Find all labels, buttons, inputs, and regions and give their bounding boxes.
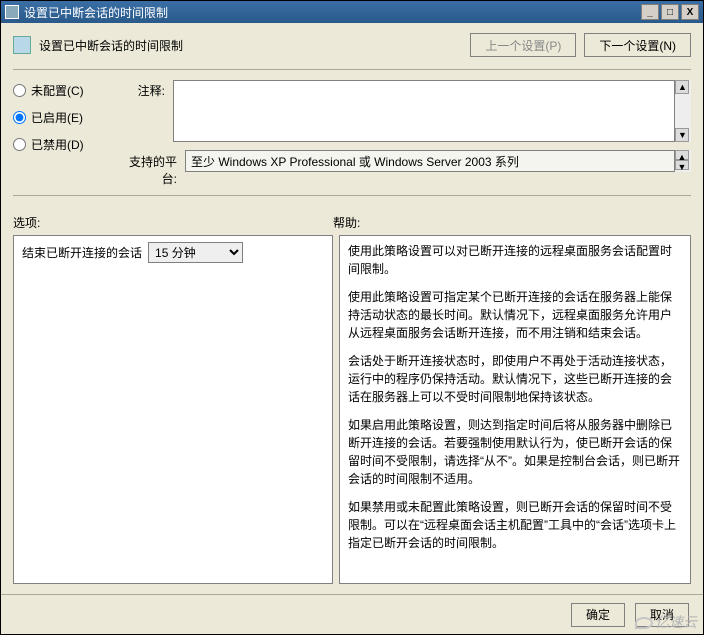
radio-enabled-label: 已启用(E) [31, 109, 83, 126]
radio-not-configured-input[interactable] [13, 84, 26, 97]
minimize-button[interactable]: _ [641, 4, 659, 20]
divider-2 [13, 195, 691, 196]
ok-button[interactable]: 确定 [571, 603, 625, 627]
option-label: 结束已断开连接的会话 [22, 242, 142, 262]
policy-title: 设置已中断会话的时间限制 [39, 37, 470, 54]
titlebar[interactable]: 设置已中断会话的时间限制 _ □ X [1, 1, 703, 23]
comment-textarea[interactable] [173, 80, 675, 142]
prev-setting-button[interactable]: 上一个设置(P) [470, 33, 576, 57]
help-paragraph: 使用此策略设置可以对已断开连接的远程桌面服务会话配置时间限制。 [348, 242, 682, 278]
options-heading: 选项: [13, 214, 333, 231]
platform-label: 支持的平台: [123, 150, 185, 187]
nav-buttons: 上一个设置(P) 下一个设置(N) [470, 33, 691, 57]
radio-not-configured[interactable]: 未配置(C) [13, 82, 123, 99]
panels: 结束已断开连接的会话 从不1 分钟5 分钟15 分钟30 分钟1 小时2 小时 … [13, 235, 691, 584]
divider [13, 69, 691, 70]
radio-disabled[interactable]: 已禁用(D) [13, 136, 123, 153]
comment-label: 注释: [123, 80, 173, 142]
help-paragraph: 如果禁用或未配置此策略设置，则已断开会话的保留时间不受限制。可以在“远程桌面会话… [348, 498, 682, 552]
window-title: 设置已中断会话的时间限制 [24, 4, 639, 21]
help-panel: 使用此策略设置可以对已断开连接的远程桌面服务会话配置时间限制。使用此策略设置可指… [339, 235, 691, 584]
cancel-button[interactable]: 取消 [635, 603, 689, 627]
help-paragraph: 会话处于断开连接状态时，即使用户不再处于活动连接状态，运行中的程序仍保持活动。默… [348, 352, 682, 406]
dialog-window: 设置已中断会话的时间限制 _ □ X 设置已中断会话的时间限制 上一个设置(P)… [0, 0, 704, 635]
next-setting-button[interactable]: 下一个设置(N) [584, 33, 691, 57]
platform-value [185, 150, 675, 172]
state-radios: 未配置(C) 已启用(E) 已禁用(D) [13, 80, 123, 187]
radio-enabled[interactable]: 已启用(E) [13, 109, 123, 126]
timeout-select[interactable]: 从不1 分钟5 分钟15 分钟30 分钟1 小时2 小时 [148, 242, 243, 263]
help-heading: 帮助: [333, 214, 360, 231]
radio-disabled-label: 已禁用(D) [31, 136, 84, 153]
policy-icon [13, 36, 31, 54]
help-paragraph: 如果启用此策略设置，则达到指定时间后将从服务器中删除已断开连接的会话。若要强制使… [348, 416, 682, 488]
dialog-footer: 确定 取消 应用(A) 亿速云 [1, 594, 703, 634]
radio-disabled-input[interactable] [13, 138, 26, 151]
maximize-button[interactable]: □ [661, 4, 679, 20]
close-button[interactable]: X [681, 4, 699, 20]
radio-not-configured-label: 未配置(C) [31, 82, 84, 99]
app-icon [5, 5, 19, 19]
platform-row: 支持的平台: ▲▼ [123, 150, 691, 187]
radio-enabled-input[interactable] [13, 111, 26, 124]
comment-scrollbar[interactable]: ▲▼ [675, 80, 691, 142]
config-row: 未配置(C) 已启用(E) 已禁用(D) 注释: ▲▼ 支持的平台: ▲▼ [13, 80, 691, 187]
header-row: 设置已中断会话的时间限制 上一个设置(P) 下一个设置(N) [13, 33, 691, 57]
options-panel: 结束已断开连接的会话 从不1 分钟5 分钟15 分钟30 分钟1 小时2 小时 [13, 235, 333, 584]
help-paragraph: 使用此策略设置可指定某个已断开连接的会话在服务器上能保持活动状态的最长时间。默认… [348, 288, 682, 342]
section-labels: 选项: 帮助: [13, 214, 691, 231]
platform-scrollbar[interactable]: ▲▼ [675, 150, 691, 172]
dialog-body: 设置已中断会话的时间限制 上一个设置(P) 下一个设置(N) 未配置(C) 已启… [1, 23, 703, 594]
